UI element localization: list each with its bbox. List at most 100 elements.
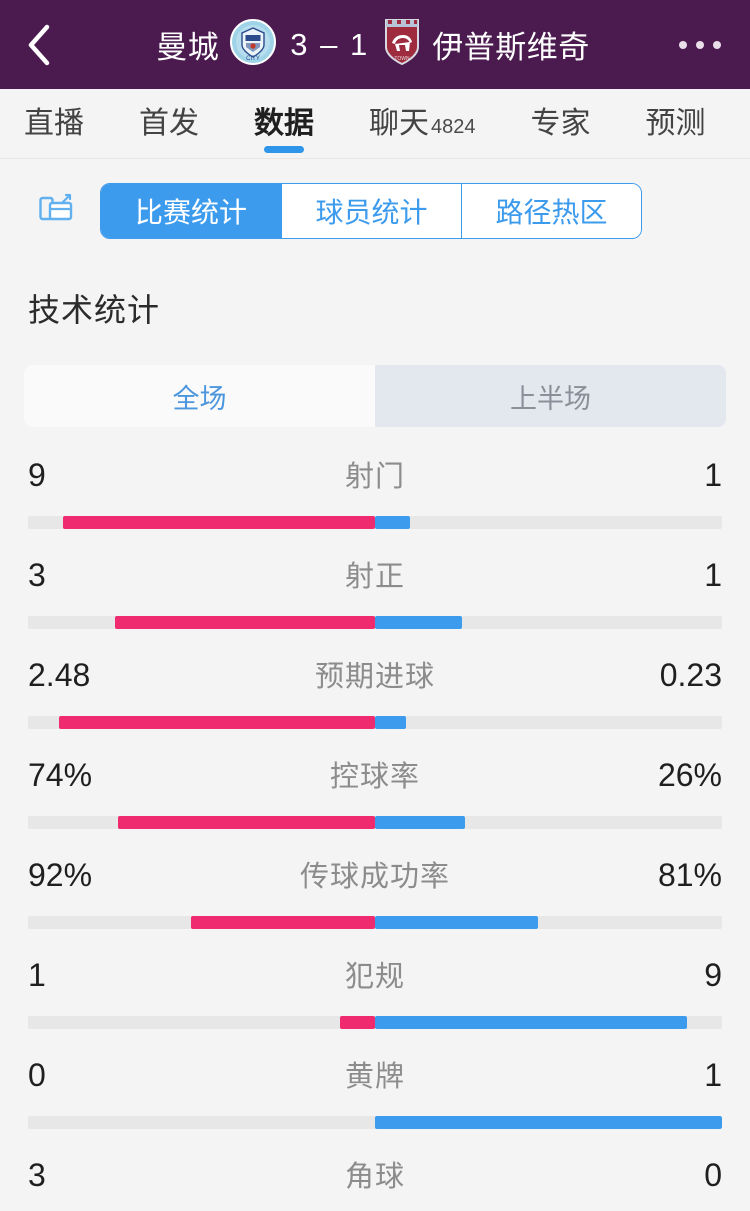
active-tab-indicator: [264, 145, 304, 153]
away-stat-bar: [375, 616, 462, 629]
away-stat-value: 1: [704, 1057, 722, 1093]
home-stat-value: 3: [28, 557, 46, 593]
segment-label: 路径热区: [495, 197, 608, 228]
stat-row-header: 9 射门 1: [28, 453, 722, 507]
home-stat-value: 0: [28, 1057, 46, 1093]
home-stat-bar: [114, 616, 375, 629]
away-stat-bar: [375, 716, 407, 729]
stat-row-header: 1 犯规 9: [28, 953, 722, 1007]
home-stat-value: 3: [28, 1157, 46, 1193]
match-stats-screen: 曼城 CITY 3 – 1 TOWN 伊普斯维奇 直播 首发 数据 聊天 482…: [0, 0, 750, 1211]
home-stat-value: 1: [28, 957, 46, 993]
manchester-city-crest: CITY: [230, 19, 277, 70]
stat-row-header: 2.48 预期进球 0.23: [28, 653, 722, 707]
stat-bar-track: [28, 1116, 722, 1129]
stat-row-header: 92% 传球成功率 81%: [28, 853, 722, 907]
stat-row: 9 射门 1: [0, 453, 750, 529]
away-stat-value: 1: [704, 457, 722, 493]
home-stat-value: 92%: [28, 857, 93, 893]
stat-row-header: 3 角球 0: [28, 1153, 722, 1207]
stat-bar-track: [28, 816, 722, 829]
stat-label: 射正: [344, 561, 405, 593]
stat-label: 传球成功率: [299, 861, 450, 893]
svg-text:CITY: CITY: [246, 56, 260, 62]
home-stat-bar: [340, 1016, 375, 1029]
tab-live[interactable]: 直播: [24, 89, 84, 158]
primary-tab-bar: 直播 首发 数据 聊天 4824 专家 预测: [0, 89, 750, 159]
stats-segment-control: 比赛统计 球员统计 路径热区: [100, 183, 642, 239]
tab-experts[interactable]: 专家: [530, 89, 591, 158]
stat-bar-track: [28, 916, 722, 929]
stat-row-header: 3 射正 1: [28, 553, 722, 607]
stat-row: 92% 传球成功率 81%: [0, 853, 750, 929]
home-stat-value: 9: [28, 457, 46, 493]
tab-label: 专家: [530, 106, 591, 140]
segment-match-stats[interactable]: 比赛统计: [101, 184, 281, 238]
segment-label: 球员统计: [315, 197, 428, 228]
match-title: 曼城 CITY 3 – 1 TOWN 伊普斯维奇: [70, 17, 676, 72]
home-stat-bar: [59, 716, 375, 729]
period-toggle: 全场 上半场: [24, 365, 726, 427]
stat-row: 74% 控球率 26%: [0, 753, 750, 829]
chevron-left-icon: [26, 24, 52, 66]
stats-subnav: 比赛统计 球员统计 路径热区: [0, 159, 750, 239]
stat-label: 预期进球: [314, 661, 435, 693]
section-title: 技术统计: [28, 292, 161, 328]
home-stat-bar: [62, 516, 375, 529]
chat-count-badge: 4824: [431, 115, 476, 138]
period-label: 全场: [172, 383, 227, 414]
segment-label: 比赛统计: [134, 197, 247, 228]
tab-label: 聊天: [369, 106, 429, 140]
away-stat-value: 9: [704, 957, 722, 993]
tab-lineup[interactable]: 首发: [139, 89, 199, 158]
home-stat-bar: [191, 916, 375, 929]
stat-label: 黄牌: [344, 1061, 405, 1093]
home-team-name: 曼城: [156, 30, 220, 65]
away-stat-bar: [375, 1016, 688, 1029]
tab-label: 直播: [24, 106, 84, 140]
tab-label: 预测: [645, 106, 706, 140]
stat-row-header: 74% 控球率 26%: [28, 753, 722, 807]
away-stat-bar: [375, 516, 410, 529]
away-stat-value: 81%: [657, 857, 722, 893]
compare-panels-button[interactable]: [34, 189, 78, 233]
home-stat-bar: [118, 816, 375, 829]
stat-row: 2.48 预期进球 0.23: [0, 653, 750, 729]
stat-row: 0 黄牌 1: [0, 1053, 750, 1129]
stat-row: 1 犯规 9: [0, 953, 750, 1029]
compare-panels-icon: [38, 191, 74, 232]
tab-label: 首发: [139, 106, 199, 140]
away-stat-value: 0.23: [659, 657, 722, 693]
stat-row: 3 角球 0: [0, 1153, 750, 1211]
period-label: 上半场: [510, 383, 591, 414]
stat-bar-track: [28, 616, 722, 629]
app-header: 曼城 CITY 3 – 1 TOWN 伊普斯维奇: [0, 0, 750, 89]
stat-bar-track: [28, 1016, 722, 1029]
tab-stats[interactable]: 数据: [254, 89, 314, 158]
stat-label: 犯规: [344, 961, 405, 993]
stat-bar-track: [28, 516, 722, 529]
segment-pass-heatmap[interactable]: 路径热区: [461, 184, 641, 238]
stat-bar-track: [28, 716, 722, 729]
more-options-button[interactable]: [676, 23, 724, 67]
stat-row-header: 0 黄牌 1: [28, 1053, 722, 1107]
away-stat-bar: [375, 1116, 722, 1129]
period-first-half[interactable]: 上半场: [375, 365, 726, 427]
stat-label: 控球率: [329, 761, 420, 793]
ipswich-town-crest: TOWN: [383, 17, 421, 72]
stat-row: 3 射正 1: [0, 553, 750, 629]
back-button[interactable]: [26, 23, 70, 67]
tab-chat[interactable]: 聊天 4824: [369, 89, 476, 158]
away-stat-bar: [375, 916, 539, 929]
away-stat-bar: [375, 816, 466, 829]
score-line: 3 – 1: [290, 26, 370, 62]
stats-list: 9 射门 1 3 射正 1 2.48 预期进球 0.23 74% 控球率 26% 92% 传球成功率 81%…: [0, 427, 750, 1211]
away-team-name: 伊普斯维奇: [432, 30, 590, 65]
away-stat-value: 1: [704, 557, 722, 593]
home-stat-value: 74%: [28, 757, 93, 793]
period-full-match[interactable]: 全场: [24, 365, 375, 427]
segment-player-stats[interactable]: 球员统计: [281, 184, 461, 238]
tab-prediction[interactable]: 预测: [645, 89, 706, 158]
away-stat-value: 0: [704, 1157, 722, 1193]
more-horizontal-icon: [679, 40, 721, 49]
